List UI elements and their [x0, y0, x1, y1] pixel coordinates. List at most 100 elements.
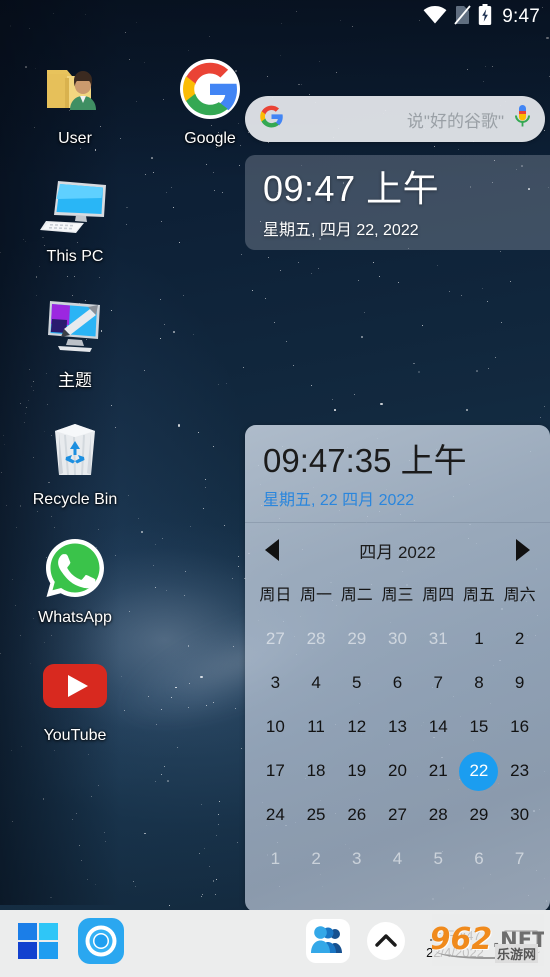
calendar-day-cell[interactable]: 29 — [336, 617, 377, 661]
desktop-icon-whatsapp[interactable]: WhatsApp — [0, 535, 150, 627]
calendar-day-cell[interactable]: 21 — [418, 749, 459, 793]
calendar-day-cell[interactable]: 15 — [459, 705, 500, 749]
calendar-day-cell[interactable]: 14 — [418, 705, 459, 749]
desktop-icon-label: YouTube — [43, 727, 107, 744]
microphone-icon[interactable] — [514, 104, 531, 135]
desktop-icon-label: 主题 — [58, 371, 92, 390]
calendar-day-cell[interactable]: 8 — [459, 661, 500, 705]
sim-off-icon — [454, 4, 471, 30]
calendar-day-cell[interactable]: 12 — [336, 705, 377, 749]
calendar-weekday: 周一 — [300, 587, 333, 604]
windows-logo-icon[interactable] — [16, 919, 60, 968]
desktop-icon-this-pc[interactable]: This PC — [0, 174, 150, 266]
calendar-day-cell[interactable]: 29 — [459, 793, 500, 837]
calendar-day-cell[interactable]: 3 — [255, 661, 296, 705]
calendar-weekday: 周二 — [340, 587, 373, 604]
arrow-left-icon[interactable] — [265, 539, 279, 561]
calendar-day-cell[interactable]: 20 — [377, 749, 418, 793]
battery-charging-icon — [478, 4, 492, 30]
calendar-day-cell[interactable]: 9 — [499, 661, 540, 705]
chevron-up-icon[interactable] — [366, 921, 406, 966]
desktop-icon-themes[interactable]: 主题 — [0, 292, 150, 391]
calendar-day-cell[interactable]: 18 — [296, 749, 337, 793]
calendar-day-cell[interactable]: 26 — [336, 793, 377, 837]
clock-widget-time: 09:47 上午 — [263, 168, 440, 209]
desktop-icon-label: Recycle Bin — [32, 491, 118, 508]
calendar-day-cell[interactable]: 2 — [499, 617, 540, 661]
calendar-day-cell[interactable]: 6 — [459, 837, 500, 881]
calendar-day-cell[interactable]: 7 — [499, 837, 540, 881]
android-launcher-screen: 9:47 User Google This PC 主题 Recycle Bin … — [0, 0, 550, 977]
calendar-day-cell[interactable]: 5 — [418, 837, 459, 881]
calendar-day-cell[interactable]: 6 — [377, 661, 418, 705]
cortana-circle-icon[interactable] — [78, 918, 124, 969]
calendar-day-cell[interactable]: 31 — [418, 617, 459, 661]
calendar-week-rows: 27 28 29 30 31 1 2 3 4 5 6 7 8 9 10 11 12 13 14 15 16 17 18 19 2… — [255, 617, 540, 881]
desktop-icon-label: Google — [184, 130, 236, 147]
calendar-date: 星期五, 22 四月 2022 — [263, 492, 415, 509]
calendar-day-cell[interactable]: 24 — [255, 793, 296, 837]
calendar-widget[interactable]: 09:47:35 上午 星期五, 22 四月 2022 四月 2022 周日 周一… — [245, 425, 550, 912]
desktop-icon-label: This PC — [46, 248, 104, 265]
calendar-week: 24 25 26 27 28 29 30 — [255, 793, 540, 837]
google-search-bar[interactable]: 说"好的谷歌" — [245, 96, 545, 142]
calendar-week: 17 18 19 20 21 22 23 — [255, 749, 540, 793]
calendar-day-cell[interactable]: 27 — [377, 793, 418, 837]
calendar-day-cell[interactable]: 30 — [377, 617, 418, 661]
taskbar[interactable]: 上午9:47 22/4/2022 962 .NET 乐游网 — [0, 910, 550, 977]
status-bar[interactable]: 9:47 — [0, 0, 550, 34]
calendar-day-cell[interactable]: 30 — [499, 793, 540, 837]
calendar-day-cell[interactable]: 19 — [336, 749, 377, 793]
calendar-day-cell[interactable]: 1 — [255, 837, 296, 881]
calendar-day-cell[interactable]: 4 — [296, 661, 337, 705]
calendar-grid: 周日 周一 周二 周三 周四 周五 周六 27 28 29 30 31 1 2 3 4 5 6 7 8 9 10 11 12… — [245, 577, 550, 881]
calendar-day-cell[interactable]: 3 — [336, 837, 377, 881]
site-watermark: 962 .NET 乐游网 — [432, 914, 544, 966]
calendar-month-label: 四月 2022 — [359, 542, 436, 562]
calendar-day-cell[interactable]: 11 — [296, 705, 337, 749]
desktop-icon-label: User — [58, 130, 92, 147]
calendar-nav-row: 四月 2022 — [245, 523, 550, 577]
calendar-day-cell[interactable]: 23 — [499, 749, 540, 793]
status-bar-clock: 9:47 — [502, 6, 540, 27]
themes-icon — [40, 292, 110, 358]
people-icon[interactable] — [306, 919, 350, 968]
whatsapp-icon — [40, 535, 110, 601]
search-input-placeholder[interactable]: 说"好的谷歌" — [284, 107, 514, 132]
desktop-icon-column: User Google This PC 主题 Recycle Bin Whats… — [0, 56, 240, 771]
calendar-day-cell[interactable]: 28 — [418, 793, 459, 837]
arrow-right-icon[interactable] — [515, 539, 530, 561]
youtube-icon — [40, 653, 110, 719]
calendar-week: 3456789 — [255, 661, 540, 705]
desktop-icon-user[interactable]: User — [0, 56, 150, 148]
this-pc-icon — [40, 174, 110, 240]
calendar-week: 27 28 29 30 31 1 2 — [255, 617, 540, 661]
watermark-cn-text: 乐游网 — [494, 944, 538, 963]
calendar-weekday: 周三 — [381, 587, 414, 604]
calendar-weekday: 周日 — [259, 587, 292, 604]
google-g-icon — [175, 56, 245, 122]
calendar-day-cell[interactable]: 27 — [255, 617, 296, 661]
recycle-bin-icon — [40, 417, 110, 483]
calendar-day-cell[interactable]: 1 — [459, 617, 500, 661]
calendar-day-cell[interactable]: 28 — [296, 617, 337, 661]
desktop-icon-youtube[interactable]: YouTube — [0, 653, 150, 745]
calendar-day-cell[interactable]: 2 — [296, 837, 337, 881]
clock-widget[interactable]: 09:47 上午 星期五, 四月 22, 2022 — [245, 155, 550, 250]
desktop-icon-recycle-bin[interactable]: Recycle Bin — [0, 417, 150, 509]
taskbar-right-group: 上午9:47 22/4/2022 962 .NET 乐游网 — [306, 914, 550, 968]
calendar-week: 10 11 12 13 14 15 16 — [255, 705, 540, 749]
calendar-day-cell[interactable]: 10 — [255, 705, 296, 749]
calendar-day-cell[interactable]: 5 — [336, 661, 377, 705]
calendar-day-cell[interactable]: 16 — [499, 705, 540, 749]
calendar-time: 09:47:35 上午 — [263, 442, 467, 479]
taskbar-left-group — [0, 918, 124, 969]
calendar-day-cell[interactable]: 17 — [255, 749, 296, 793]
calendar-week: 1234567 — [255, 837, 540, 881]
calendar-day-cell[interactable]: 22 — [459, 749, 500, 793]
calendar-day-cell[interactable]: 7 — [418, 661, 459, 705]
clock-widget-date: 星期五, 四月 22, 2022 — [263, 222, 419, 239]
calendar-day-cell[interactable]: 13 — [377, 705, 418, 749]
calendar-day-cell[interactable]: 25 — [296, 793, 337, 837]
calendar-day-cell[interactable]: 4 — [377, 837, 418, 881]
